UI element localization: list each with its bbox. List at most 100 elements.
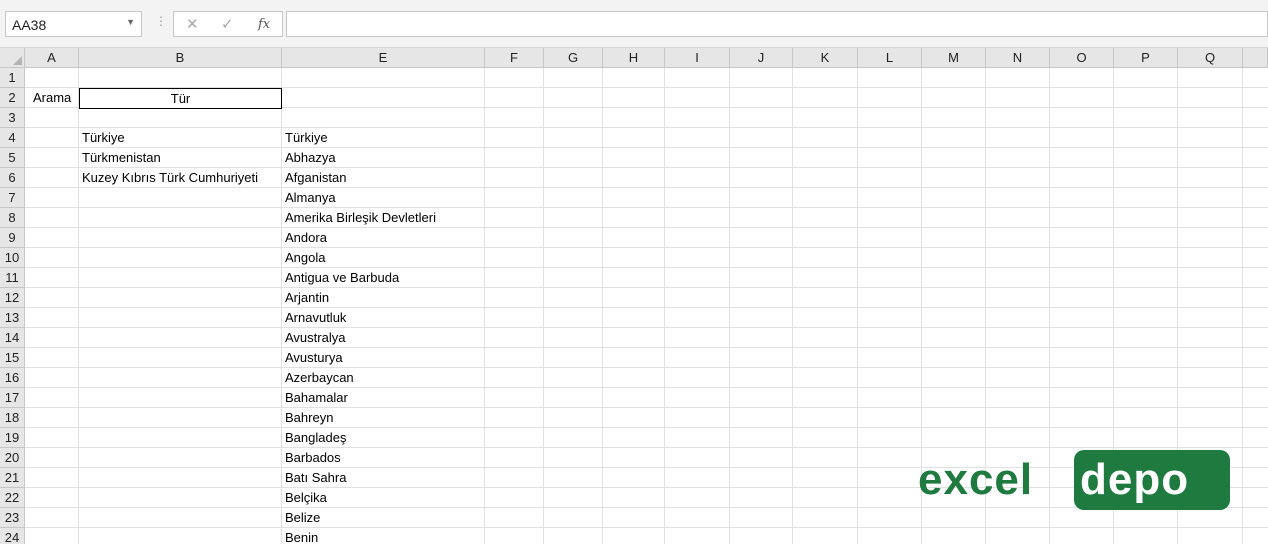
column-header-j[interactable]: J <box>730 48 793 68</box>
gridline-horizontal <box>25 147 1268 148</box>
row-header-9[interactable]: 9 <box>0 228 25 248</box>
gridline-horizontal <box>25 267 1268 268</box>
row-header-12[interactable]: 12 <box>0 288 25 308</box>
gridline-vertical <box>792 68 793 544</box>
cell-e23[interactable]: Belize <box>282 508 320 528</box>
cell-b4[interactable]: Türkiye <box>79 128 125 148</box>
name-box[interactable]: AA38 ▼ <box>5 11 142 37</box>
gridline-vertical <box>602 68 603 544</box>
column-header-p[interactable]: P <box>1114 48 1178 68</box>
row-header-3[interactable]: 3 <box>0 108 25 128</box>
row-header-23[interactable]: 23 <box>0 508 25 528</box>
gridline-horizontal <box>25 227 1268 228</box>
row-header-5[interactable]: 5 <box>0 148 25 168</box>
column-header-g[interactable]: G <box>544 48 603 68</box>
cell-a2[interactable]: Arama <box>30 88 71 108</box>
column-header-partial[interactable] <box>1243 48 1268 68</box>
cell-e18[interactable]: Bahreyn <box>282 408 333 428</box>
row-header-18[interactable]: 18 <box>0 408 25 428</box>
column-header-i[interactable]: I <box>665 48 730 68</box>
cell-e11[interactable]: Antigua ve Barbuda <box>282 268 399 288</box>
column-header-h[interactable]: H <box>603 48 665 68</box>
gridline-horizontal <box>25 307 1268 308</box>
gridline-horizontal <box>25 247 1268 248</box>
row-header-2[interactable]: 2 <box>0 88 25 108</box>
gridline-vertical <box>484 68 485 544</box>
cell-e15[interactable]: Avusturya <box>282 348 343 368</box>
gridline-vertical <box>857 68 858 544</box>
column-header-q[interactable]: Q <box>1178 48 1243 68</box>
row-header-17[interactable]: 17 <box>0 388 25 408</box>
row-header-11[interactable]: 11 <box>0 268 25 288</box>
cell-e6[interactable]: Afganistan <box>282 168 346 188</box>
gridline-horizontal <box>25 427 1268 428</box>
cell-e22[interactable]: Belçika <box>282 488 327 508</box>
cell-e13[interactable]: Arnavutluk <box>282 308 346 328</box>
column-header-n[interactable]: N <box>986 48 1050 68</box>
cell-e5[interactable]: Abhazya <box>282 148 336 168</box>
cell-e17[interactable]: Bahamalar <box>282 388 348 408</box>
column-header-e[interactable]: E <box>282 48 485 68</box>
cell-e19[interactable]: Bangladeş <box>282 428 346 448</box>
column-header-f[interactable]: F <box>485 48 544 68</box>
column-header-m[interactable]: M <box>922 48 986 68</box>
gridline-horizontal <box>25 207 1268 208</box>
cell-e21[interactable]: Batı Sahra <box>282 468 346 488</box>
cell-e24[interactable]: Benin <box>282 528 318 544</box>
chevron-down-icon[interactable]: ▼ <box>126 17 135 27</box>
cell-e8[interactable]: Amerika Birleşik Devletleri <box>282 208 436 228</box>
logo-text-left: excel <box>918 455 1034 504</box>
row-header-14[interactable]: 14 <box>0 328 25 348</box>
cell-e9[interactable]: Andora <box>282 228 327 248</box>
row-header-1[interactable]: 1 <box>0 68 25 88</box>
row-header-6[interactable]: 6 <box>0 168 25 188</box>
cell-e10[interactable]: Angola <box>282 248 325 268</box>
enter-icon[interactable]: ✓ <box>221 15 234 33</box>
column-header-a[interactable]: A <box>25 48 79 68</box>
row-header-15[interactable]: 15 <box>0 348 25 368</box>
logo-badge: depo <box>1074 450 1230 510</box>
cell-e12[interactable]: Arjantin <box>282 288 329 308</box>
gridline-horizontal <box>25 127 1268 128</box>
row-header-7[interactable]: 7 <box>0 188 25 208</box>
cell-b5[interactable]: Türkmenistan <box>79 148 161 168</box>
column-header-l[interactable]: L <box>858 48 922 68</box>
insert-function-icon[interactable]: fx <box>258 17 270 32</box>
cell-e7[interactable]: Almanya <box>282 188 336 208</box>
cell-e14[interactable]: Avustralya <box>282 328 345 348</box>
cell-e16[interactable]: Azerbaycan <box>282 368 354 388</box>
row-header-22[interactable]: 22 <box>0 488 25 508</box>
cell-b6[interactable]: Kuzey Kıbrıs Türk Cumhuriyeti <box>79 168 258 188</box>
gridline-horizontal <box>25 327 1268 328</box>
gridline-horizontal <box>25 347 1268 348</box>
gridline-horizontal <box>25 367 1268 368</box>
row-header-24[interactable]: 24 <box>0 528 25 544</box>
row-header-19[interactable]: 19 <box>0 428 25 448</box>
formula-buttons: ✕ ✓ fx <box>173 11 283 37</box>
gridline-horizontal <box>25 287 1268 288</box>
gridline-horizontal <box>25 447 1268 448</box>
cancel-icon[interactable]: ✕ <box>186 15 199 33</box>
column-header-b[interactable]: B <box>79 48 282 68</box>
row-header-13[interactable]: 13 <box>0 308 25 328</box>
row-header-16[interactable]: 16 <box>0 368 25 388</box>
name-box-value: AA38 <box>12 17 47 33</box>
row-header-8[interactable]: 8 <box>0 208 25 228</box>
gridline-horizontal <box>25 407 1268 408</box>
gridline-vertical <box>729 68 730 544</box>
row-header-21[interactable]: 21 <box>0 468 25 488</box>
select-all-corner[interactable] <box>0 48 25 68</box>
cell-e4[interactable]: Türkiye <box>282 128 328 148</box>
row-header-4[interactable]: 4 <box>0 128 25 148</box>
formula-bar: AA38 ▼ ⋮ ✕ ✓ fx <box>0 0 1268 48</box>
formula-input[interactable] <box>286 11 1268 37</box>
row-header-10[interactable]: 10 <box>0 248 25 268</box>
cell-e20[interactable]: Barbados <box>282 448 341 468</box>
gridline-vertical <box>664 68 665 544</box>
column-header-k[interactable]: K <box>793 48 858 68</box>
cell-b2-lookup[interactable]: Tür <box>79 88 282 109</box>
gridline-horizontal <box>25 387 1268 388</box>
exceldepo-logo: excel depo <box>918 450 1230 510</box>
row-header-20[interactable]: 20 <box>0 448 25 468</box>
column-header-o[interactable]: O <box>1050 48 1114 68</box>
